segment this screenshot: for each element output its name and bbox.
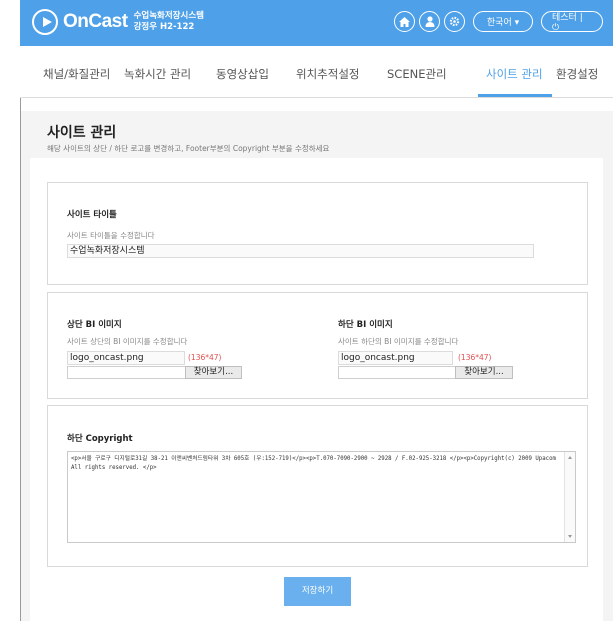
copyright-textarea[interactable]: <p>서울 구로구 디지털로31길 38-21 이앤씨벤처드림타워 3차 605… [67, 451, 576, 543]
bi-image-section: 상단 BI 이미지 사이트 상단의 BI 이미지를 수정합니다 logo_onc… [47, 292, 588, 399]
play-icon [32, 9, 58, 35]
tab-scene[interactable]: SCENE관리 [387, 66, 447, 82]
user-logout-button[interactable]: 테스터 | ⏻ [541, 11, 603, 33]
bottom-bi-browse-button[interactable]: 찾아보기... [455, 366, 513, 379]
gear-icon[interactable] [444, 11, 465, 32]
bottom-bi-hint: 사이트 하단의 BI 이미지를 수정합니다 [338, 337, 459, 346]
page-description: 해당 사이트의 상단 / 하단 로고를 변경하고, Footer부분의 Copy… [47, 144, 330, 153]
top-bi-label: 상단 BI 이미지 [67, 320, 122, 330]
site-title-hint: 사이트 타이틀을 수정합니다 [67, 231, 155, 240]
tab-site-management[interactable]: 사이트 관리 [486, 66, 543, 82]
top-bi-dimension: (136*47) [188, 353, 222, 362]
site-title-section: 사이트 타이틀 사이트 타이틀을 수정합니다 수업녹화저장시스템 [47, 182, 588, 285]
tab-position-tracking[interactable]: 위치추적설정 [296, 66, 359, 82]
home-icon[interactable] [394, 11, 415, 32]
scroll-down-icon[interactable] [568, 535, 572, 538]
save-button[interactable]: 저장하기 [284, 577, 351, 606]
top-bi-filename: logo_oncast.png [67, 351, 185, 365]
tab-channel-quality[interactable]: 채널/화질관리 [43, 66, 110, 82]
language-select[interactable]: 한국어 ▾ [473, 11, 533, 32]
brand-name: OnCast [63, 11, 128, 32]
location-label: 강정우 H2-122 [133, 22, 195, 32]
tab-recording-time[interactable]: 녹화시간 관리 [124, 66, 191, 82]
system-info: 수업녹화저장시스템 강정우 H2-122 [134, 11, 204, 33]
main-nav: 채널/화질관리 녹화시간 관리 동영상삽입 위치추적설정 SCENE관리 사이트… [20, 46, 613, 98]
user-icon[interactable] [419, 11, 440, 32]
site-title-label: 사이트 타이틀 [67, 210, 117, 220]
active-tab-indicator [478, 94, 552, 97]
system-name: 수업녹화저장시스템 [133, 11, 204, 21]
bottom-bi-label: 하단 BI 이미지 [338, 320, 393, 330]
tab-settings[interactable]: 환경설정 [556, 66, 598, 82]
header-actions: 한국어 ▾ 테스터 | ⏻ [394, 11, 603, 33]
top-bi-browse-button[interactable]: 찾아보기... [185, 366, 242, 379]
page-title: 사이트 관리 [47, 125, 117, 141]
site-title-input[interactable]: 수업녹화저장시스템 [67, 244, 534, 258]
tab-video-insert[interactable]: 동영상삽입 [216, 66, 269, 82]
copyright-text: <p>서울 구로구 디지털로31길 38-21 이앤씨벤처드림타워 3차 605… [71, 456, 556, 471]
app-header: OnCast 수업녹화저장시스템 강정우 H2-122 한국어 ▾ 테스터 | … [20, 0, 613, 46]
bottom-bi-dimension: (136*47) [458, 353, 492, 362]
copyright-label: 하단 Copyright [67, 434, 133, 444]
scroll-up-icon[interactable] [568, 456, 572, 459]
copyright-section: 하단 Copyright <p>서울 구로구 디지털로31길 38-21 이앤씨… [47, 405, 588, 567]
textarea-scrollbar[interactable] [564, 452, 575, 542]
logo[interactable]: OnCast 수업녹화저장시스템 강정우 H2-122 [32, 9, 204, 35]
bottom-bi-filename: logo_oncast.png [338, 351, 453, 365]
top-bi-hint: 사이트 상단의 BI 이미지를 수정합니다 [67, 337, 188, 346]
